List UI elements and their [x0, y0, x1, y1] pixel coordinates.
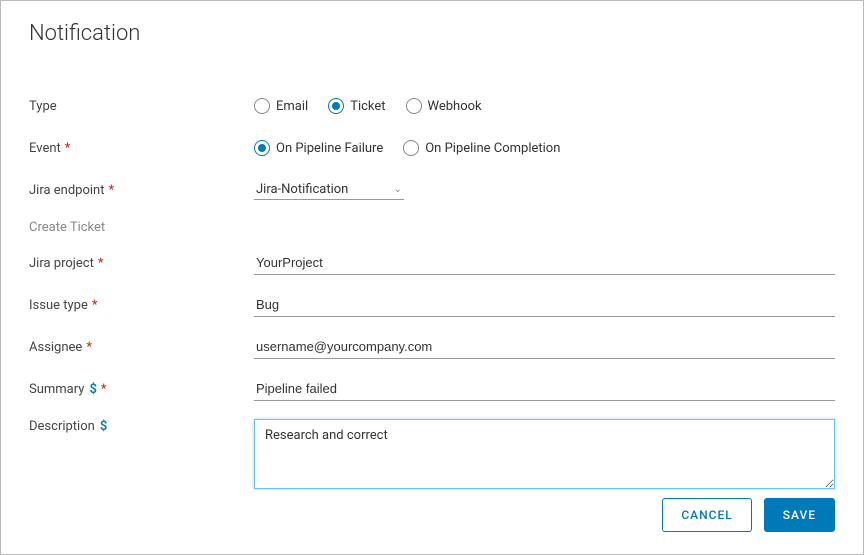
required-icon: * — [98, 256, 104, 271]
label-issue-type: Issue type * — [29, 298, 254, 313]
radio-type-webhook-label: Webhook — [428, 99, 482, 114]
radio-event-failure[interactable]: On Pipeline Failure — [254, 140, 383, 156]
issue-type-input[interactable] — [254, 293, 835, 317]
row-summary: Summary $ * — [29, 377, 835, 401]
radio-type-email[interactable]: Email — [254, 98, 308, 114]
event-radio-group: On Pipeline Failure On Pipeline Completi… — [254, 140, 835, 156]
radio-circle-icon — [254, 98, 270, 114]
required-icon: * — [101, 382, 107, 397]
row-jira-endpoint: Jira endpoint * Jira-Notification ⌄ — [29, 178, 835, 202]
label-jira-endpoint: Jira endpoint * — [29, 183, 254, 198]
chevron-down-icon: ⌄ — [394, 184, 402, 195]
label-assignee: Assignee * — [29, 340, 254, 355]
label-jira-project-text: Jira project — [29, 256, 94, 271]
required-icon: * — [109, 183, 115, 198]
label-description-text: Description — [29, 419, 95, 434]
jira-project-field — [254, 251, 835, 275]
type-radio-group: Email Ticket Webhook — [254, 98, 835, 114]
jira-endpoint-value: Jira-Notification — [256, 182, 348, 197]
row-type: Type Email Ticket Webhook — [29, 94, 835, 118]
row-issue-type: Issue type * — [29, 293, 835, 317]
label-jira-project: Jira project * — [29, 256, 254, 271]
row-description: Description $ — [29, 419, 835, 489]
label-summary: Summary $ * — [29, 382, 254, 397]
issue-type-field — [254, 293, 835, 317]
radio-type-webhook[interactable]: Webhook — [406, 98, 482, 114]
section-create-ticket: Create Ticket — [29, 220, 835, 235]
row-event: Event * On Pipeline Failure On Pipeline … — [29, 136, 835, 160]
radio-event-completion[interactable]: On Pipeline Completion — [403, 140, 560, 156]
required-icon: * — [86, 340, 92, 355]
label-type-text: Type — [29, 99, 57, 114]
cancel-button[interactable]: CANCEL — [662, 498, 751, 532]
row-assignee: Assignee * — [29, 335, 835, 359]
radio-type-email-label: Email — [276, 99, 308, 114]
endpoint-field: Jira-Notification ⌄ — [254, 180, 835, 200]
button-bar: CANCEL SAVE — [662, 498, 835, 532]
label-type: Type — [29, 99, 254, 114]
assignee-input[interactable] — [254, 335, 835, 359]
notification-panel: Notification Type Email Ticket Webhook E… — [0, 0, 864, 555]
summary-field — [254, 377, 835, 401]
radio-type-ticket-label: Ticket — [350, 99, 385, 114]
label-jira-endpoint-text: Jira endpoint — [29, 183, 105, 198]
radio-type-ticket[interactable]: Ticket — [328, 98, 385, 114]
description-field — [254, 419, 835, 489]
variable-icon[interactable]: $ — [89, 382, 96, 397]
radio-event-completion-label: On Pipeline Completion — [425, 141, 560, 156]
label-event: Event * — [29, 141, 254, 156]
variable-icon[interactable]: $ — [100, 419, 107, 434]
label-event-text: Event — [29, 141, 61, 156]
required-icon: * — [92, 298, 98, 313]
radio-event-failure-label: On Pipeline Failure — [276, 141, 383, 156]
radio-circle-icon — [328, 98, 344, 114]
summary-input[interactable] — [254, 377, 835, 401]
radio-circle-icon — [403, 140, 419, 156]
save-button[interactable]: SAVE — [764, 498, 835, 532]
required-icon: * — [65, 141, 71, 156]
jira-project-input[interactable] — [254, 251, 835, 275]
label-assignee-text: Assignee — [29, 340, 82, 355]
radio-circle-icon — [406, 98, 422, 114]
page-title: Notification — [29, 21, 835, 46]
jira-endpoint-select[interactable]: Jira-Notification ⌄ — [254, 180, 404, 200]
label-description: Description $ — [29, 419, 254, 434]
radio-circle-icon — [254, 140, 270, 156]
description-input[interactable] — [254, 419, 835, 489]
row-jira-project: Jira project * — [29, 251, 835, 275]
label-summary-text: Summary — [29, 382, 84, 397]
assignee-field — [254, 335, 835, 359]
label-issue-type-text: Issue type — [29, 298, 88, 313]
